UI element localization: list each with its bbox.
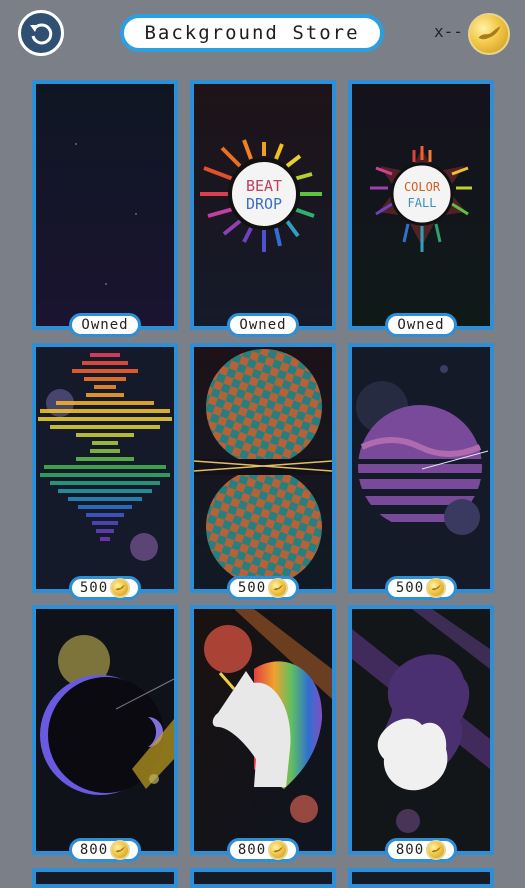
status-badge-owned: Owned <box>69 313 141 337</box>
background-card-partial[interactable] <box>348 868 494 888</box>
eclipse-art <box>36 609 174 851</box>
currency-balance: x-- <box>434 22 463 41</box>
price-badge[interactable]: 800 <box>227 838 299 862</box>
background-card-checker-planets[interactable] <box>190 343 336 593</box>
background-card-color-fall[interactable]: COLOR FALL <box>348 80 494 330</box>
background-card-lion[interactable] <box>348 605 494 855</box>
background-card-rainbow-wave[interactable] <box>32 343 178 593</box>
background-card-unicorn[interactable] <box>190 605 336 855</box>
header-bar: Background Store x-- <box>0 0 525 70</box>
price-badge[interactable]: 800 <box>385 838 457 862</box>
background-card-partial[interactable] <box>190 868 336 888</box>
background-card-dark-space[interactable] <box>32 80 178 330</box>
retro-planet-art <box>352 347 490 589</box>
beat-drop-logo-bottom: DROP <box>246 195 282 213</box>
color-fall-logo-bottom: FALL <box>408 196 437 210</box>
page-title: Background Store <box>120 14 384 52</box>
color-fall-logo-top: COLOR <box>404 180 441 194</box>
coin-icon <box>268 840 289 860</box>
back-button[interactable] <box>18 10 64 56</box>
color-fall-art: COLOR FALL <box>352 84 490 326</box>
price-badge[interactable]: 500 <box>69 576 141 600</box>
beat-drop-logo-top: BEAT <box>246 177 282 195</box>
coin-icon <box>468 13 510 55</box>
price-badge[interactable]: 800 <box>69 838 141 862</box>
background-card-partial[interactable] <box>32 868 178 888</box>
coin-icon <box>110 578 131 598</box>
background-card-eclipse[interactable] <box>32 605 178 855</box>
status-badge-owned: Owned <box>227 313 299 337</box>
unicorn-art <box>194 609 332 851</box>
checker-planets-art <box>194 347 332 589</box>
back-arrow-icon <box>30 23 53 45</box>
beat-drop-art: BEAT DROP <box>194 84 332 326</box>
lion-art <box>352 609 490 851</box>
price-badge[interactable]: 500 <box>227 576 299 600</box>
rainbow-wave-art <box>36 347 174 589</box>
dark-space-art <box>36 84 174 326</box>
status-badge-owned: Owned <box>385 313 457 337</box>
background-card-beat-drop[interactable]: BEAT DROP <box>190 80 336 330</box>
background-card-retro-planet[interactable] <box>348 343 494 593</box>
coin-icon <box>268 578 289 598</box>
price-badge[interactable]: 500 <box>385 576 457 600</box>
coin-icon <box>426 578 447 598</box>
coin-icon <box>110 840 131 860</box>
coin-icon <box>426 840 447 860</box>
